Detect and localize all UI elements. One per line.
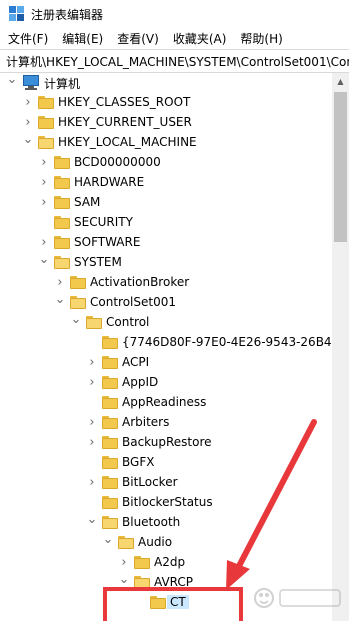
annotation-arrow: [226, 419, 317, 590]
annotation-arrow-shaft: [235, 419, 317, 571]
annotation-highlight-box: [103, 587, 243, 621]
annotation-arrow-head: [226, 560, 250, 590]
baidu-watermark-logo: [254, 588, 341, 608]
